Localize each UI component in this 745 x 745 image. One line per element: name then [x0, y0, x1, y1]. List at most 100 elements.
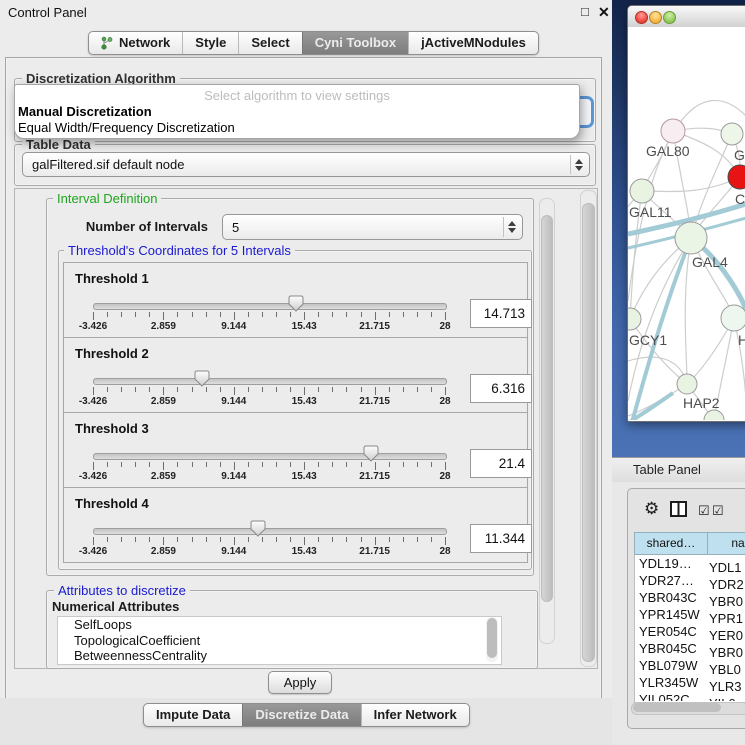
- network-window-titlebar[interactable]: [628, 6, 745, 28]
- num-intervals-combobox[interactable]: 5: [222, 214, 523, 240]
- cell-shared-name: YBR043C: [634, 589, 708, 606]
- network-node-hap2[interactable]: [677, 374, 697, 394]
- table-hscrollbar-thumb[interactable]: [633, 703, 721, 712]
- network-node-gal4[interactable]: [675, 222, 707, 254]
- network-node-ga[interactable]: [721, 123, 743, 145]
- table-row[interactable]: YER054CYER0: [634, 623, 745, 640]
- threshold-value-field[interactable]: 21.4: [470, 449, 532, 478]
- zoom-traffic-light[interactable]: [663, 11, 676, 24]
- cell-shared-name: YIL052C: [634, 691, 708, 701]
- algorithm-hint: Select algorithm to view settings: [15, 88, 579, 103]
- algorithm-option-manual[interactable]: Manual Discretization: [17, 104, 577, 120]
- tab-label: Cyni Toolbox: [315, 32, 396, 54]
- table-row[interactable]: YBR043CYBR0: [634, 589, 745, 606]
- tab-jactivemnodules[interactable]: jActiveMNodules: [408, 32, 538, 54]
- algorithm-option-equal-width[interactable]: Equal Width/Frequency Discretization: [17, 120, 577, 136]
- network-node-gal11[interactable]: [630, 179, 654, 203]
- cell-shared-name: YDR27…: [634, 572, 708, 589]
- tab-discretize-data[interactable]: Discretize Data: [242, 704, 360, 726]
- slider-thumb[interactable]: [250, 520, 266, 537]
- select-rows-icon[interactable]: ☑: [712, 503, 724, 519]
- tab-infer-network[interactable]: Infer Network: [361, 704, 469, 726]
- table-row[interactable]: YDL19…YDL1: [634, 555, 745, 572]
- tab-network[interactable]: Network: [89, 32, 182, 54]
- outer-scrollbar-thumb[interactable]: [582, 203, 595, 662]
- close-panel-icon[interactable]: ✕: [598, 4, 610, 21]
- network-node-gcy1[interactable]: [628, 308, 641, 330]
- tab-cyni-toolbox[interactable]: Cyni Toolbox: [302, 32, 408, 54]
- minimize-traffic-light[interactable]: [649, 11, 662, 24]
- tab-impute-data[interactable]: Impute Data: [144, 704, 242, 726]
- threshold-value-field[interactable]: 6.316: [470, 374, 532, 403]
- slider-track[interactable]: [93, 453, 447, 460]
- threshold-panel-2: Threshold 2-3.4262.8599.14415.4321.71528…: [63, 337, 528, 413]
- table-row[interactable]: YDR27…YDR2: [634, 572, 745, 589]
- table-data-value: galFiltered.sif default node: [32, 153, 184, 176]
- cyni-mode-tabs: Impute Data Discretize Data Infer Network: [143, 703, 470, 727]
- threshold-panel-4: Threshold 4-3.4262.8599.14415.4321.71528…: [63, 487, 528, 563]
- attribute-list-item[interactable]: SelfLoops: [58, 617, 501, 633]
- slider-scale-labels: -3.4262.8599.14415.4321.71528: [93, 471, 445, 484]
- slider-scale-labels: -3.4262.8599.14415.4321.71528: [93, 396, 445, 409]
- network-node-gal80[interactable]: [661, 119, 685, 143]
- network-node-h[interactable]: [721, 305, 745, 331]
- table-row[interactable]: YPR145WYPR1: [634, 606, 745, 623]
- num-intervals-value: 5: [232, 215, 239, 239]
- inner-scrollbar-thumb[interactable]: [541, 215, 553, 602]
- table-row[interactable]: YLR345WYLR3: [634, 674, 745, 691]
- threshold-value-field[interactable]: 14.713: [470, 299, 532, 328]
- table-row[interactable]: YIL052CYIL0: [634, 691, 745, 701]
- network-view-window: GAL80GACGAL11GAL4GCY1HHAP2: [627, 5, 745, 422]
- attributes-title: Attributes to discretize: [54, 583, 190, 598]
- network-canvas[interactable]: GAL80GACGAL11GAL4GCY1HHAP2: [628, 27, 745, 420]
- slider-track[interactable]: [93, 528, 447, 535]
- threshold-value-field[interactable]: 11.344: [470, 524, 532, 553]
- close-traffic-light[interactable]: [635, 11, 648, 24]
- split-view-icon[interactable]: [670, 501, 687, 517]
- slider-track[interactable]: [93, 378, 447, 385]
- threshold-label: Threshold 1: [75, 271, 149, 286]
- table-data-title: Table Data: [22, 137, 95, 152]
- node-label: GCY1: [629, 332, 667, 348]
- control-panel-tabs: Network Style Select Cyni Toolbox jActiveMNo…: [88, 31, 539, 55]
- node-label: GAL80: [646, 143, 690, 159]
- node-label: C: [735, 191, 745, 207]
- application-window: Control Panel □ ✕ Network Style Select Cyni…: [0, 0, 745, 745]
- cell-name: YIL0: [708, 695, 736, 701]
- tab-label: Style: [195, 32, 226, 54]
- column-header-name[interactable]: na: [707, 532, 745, 555]
- attributes-scrollbar-thumb[interactable]: [487, 618, 497, 658]
- node-label: H: [738, 332, 745, 348]
- apply-button[interactable]: Apply: [268, 671, 332, 694]
- select-columns-icon[interactable]: ☑: [698, 503, 710, 519]
- attribute-list-item[interactable]: BetweennessCentrality: [58, 648, 501, 664]
- gear-icon[interactable]: ⚙: [644, 499, 659, 519]
- cell-shared-name: YLR345W: [634, 674, 708, 691]
- node-label: GAL11: [629, 204, 672, 220]
- network-node-c[interactable]: [728, 165, 745, 189]
- table-data-combobox[interactable]: galFiltered.sif default node: [22, 152, 590, 177]
- slider-thumb[interactable]: [194, 370, 210, 387]
- tab-label: Network: [119, 32, 170, 54]
- slider-track[interactable]: [93, 303, 447, 310]
- cell-shared-name: YBR045C: [634, 640, 708, 657]
- table-row[interactable]: YBR045CYBR0: [634, 640, 745, 657]
- slider-thumb[interactable]: [363, 445, 379, 462]
- node-label: HAP2: [683, 395, 720, 411]
- column-header-shared-name[interactable]: shared…: [634, 532, 708, 555]
- tab-label: Infer Network: [374, 704, 457, 726]
- tab-label: Impute Data: [156, 704, 230, 726]
- slider-thumb[interactable]: [288, 295, 304, 312]
- float-panel-icon[interactable]: □: [581, 4, 589, 19]
- table-rows[interactable]: YDL19…YDL1YDR27…YDR2YBR043CYBR0YPR145WYP…: [634, 555, 745, 701]
- slider-scale-labels: -3.4262.8599.14415.4321.71528: [93, 546, 445, 559]
- cell-shared-name: YER054C: [634, 623, 708, 640]
- numerical-attributes-list[interactable]: SelfLoopsTopologicalCoefficientBetweenne…: [57, 616, 502, 665]
- threshold-panel-1: Threshold 1-3.4262.8599.14415.4321.71528…: [63, 262, 528, 338]
- tab-style[interactable]: Style: [182, 32, 238, 54]
- tab-select[interactable]: Select: [238, 32, 301, 54]
- cell-shared-name: YDL19…: [634, 555, 708, 572]
- panel-title: Control Panel: [8, 5, 87, 20]
- attribute-list-item[interactable]: TopologicalCoefficient: [58, 633, 501, 649]
- table-row[interactable]: YBL079WYBL0: [634, 657, 745, 674]
